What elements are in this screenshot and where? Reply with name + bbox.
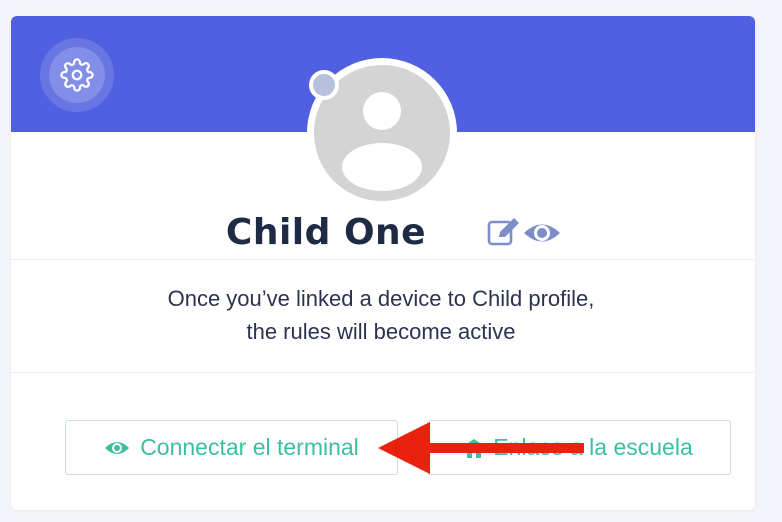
connect-device-button[interactable]: Connectar el terminal xyxy=(65,420,398,475)
settings-button[interactable] xyxy=(40,38,114,112)
status-indicator xyxy=(309,70,339,100)
divider-bottom xyxy=(11,372,755,373)
connect-device-label: Connectar el terminal xyxy=(140,434,359,460)
eye-icon[interactable] xyxy=(522,218,562,248)
annotation-arrow-icon xyxy=(378,422,584,474)
divider-top xyxy=(11,259,755,260)
edit-icon[interactable] xyxy=(487,216,521,248)
settings-button-inner xyxy=(49,47,105,103)
profile-name: Child One xyxy=(225,212,427,253)
link-device-message: Once you’ve linked a device to Child pro… xyxy=(167,286,595,344)
eye-icon xyxy=(104,439,130,457)
gear-icon xyxy=(60,58,94,92)
